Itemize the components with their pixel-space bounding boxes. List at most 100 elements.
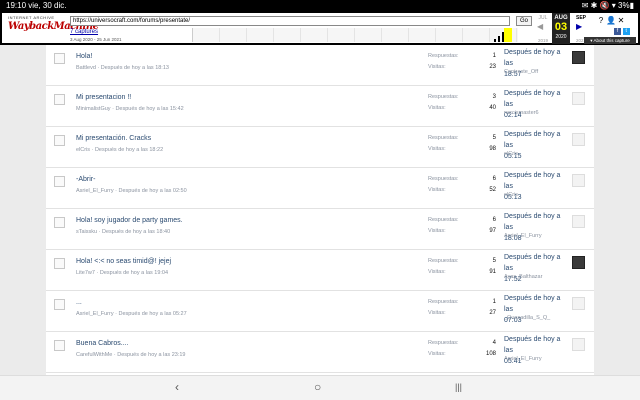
close-icon[interactable]: ✕ <box>616 16 626 25</box>
last-post-user-link[interactable]: narcismaster6 <box>504 110 539 116</box>
nav-recents-button[interactable]: ||| <box>455 382 462 392</box>
replies-count: 1 <box>492 299 496 305</box>
avatar[interactable] <box>572 133 585 146</box>
thread-author-link[interactable]: MinimalistGuy <box>76 106 111 112</box>
thread-start-time: Después de hoy a las 15:42 <box>115 106 184 112</box>
views-count: 23 <box>489 64 496 70</box>
nav-home-button[interactable]: ○ <box>314 380 321 394</box>
thread-meta: CarefulWithMe · Después de hoy a las 23:… <box>76 352 185 358</box>
thread-title-link[interactable]: Hola! <:< no seas timid@! jejej <box>76 258 171 265</box>
thread-author-link[interactable]: Asriel_El_Furry <box>76 311 114 317</box>
avatar[interactable] <box>572 256 585 269</box>
avatar[interactable] <box>572 51 585 64</box>
thread-start-time: Después de hoy a las 18:13 <box>100 65 169 71</box>
avatar[interactable] <box>572 92 585 105</box>
thread-title-link[interactable]: Hola! soy jugador de party games. <box>76 217 183 224</box>
wayback-url-input[interactable]: https://universocraft.com/forums/present… <box>70 16 510 26</box>
calendar-next-month[interactable]: SEP <box>572 15 590 21</box>
last-post-time-link[interactable]: Después de hoy a las 18:57 <box>504 47 568 80</box>
thread-title-link[interactable]: Buena Cabros.... <box>76 340 129 347</box>
wayback-captures-link[interactable]: 7 captures <box>70 29 98 35</box>
views-label: Visitas: <box>428 310 446 316</box>
thread-title-link[interactable]: Mi presentación. Cracks <box>76 135 151 142</box>
thread-row[interactable]: -Abrir- Asriel_El_Furry · Después de hoy … <box>46 168 594 209</box>
thread-author-link[interactable]: Asriel_El_Furry <box>76 188 114 194</box>
thread-row[interactable]: Mi presentación. Cracks elCris · Después … <box>46 127 594 168</box>
last-post-time-link[interactable]: Después de hoy a las 17:52 <box>504 252 568 285</box>
thread-row[interactable]: Buena Cabros.... CarefulWithMe · Después … <box>46 332 594 373</box>
sparkline-bar <box>494 39 496 42</box>
replies-count: 1 <box>492 53 496 59</box>
thread-title-link[interactable]: -Abrir- <box>76 176 95 183</box>
last-post-line1: Después de hoy a las <box>504 295 561 313</box>
avatar[interactable] <box>572 215 585 228</box>
thread-start-time: Después de hoy a las 18:22 <box>94 147 164 153</box>
thread-author-link[interactable]: sTaissku <box>76 229 97 235</box>
wayback-about-capture[interactable]: ▾ About this capture <box>584 37 636 44</box>
wayback-toolbar: INTERNET ARCHIVE WaybackMachine https://… <box>0 12 640 45</box>
calendar-current: AUG 03 2020 <box>552 13 570 44</box>
thread-status-icon <box>54 94 65 105</box>
replies-count: 4 <box>492 340 496 346</box>
help-icon[interactable]: ? <box>596 16 606 25</box>
avatar[interactable] <box>572 174 585 187</box>
user-icon[interactable]: 👤 <box>606 16 616 25</box>
thread-row[interactable]: Hola! <:< no seas timid@! jejej Lite7w7 ·… <box>46 250 594 291</box>
thread-row[interactable]: Mi presentacion !! MinimalistGuy · Despué… <box>46 86 594 127</box>
thread-row[interactable]: Hola! Battlevd · Después de hoy a las 18:… <box>46 45 594 86</box>
last-post-user-link[interactable]: Contraste_Off <box>504 69 538 75</box>
thread-status-icon <box>54 340 65 351</box>
thread-title-link[interactable]: Mi presentacion !! <box>76 94 131 101</box>
last-post-user-link[interactable]: Asriel_El_Furry <box>504 356 542 362</box>
replies-label: Respuestas: <box>428 258 459 264</box>
views-label: Visitas: <box>428 187 446 193</box>
nav-back-button[interactable]: ‹ <box>175 380 179 394</box>
calendar-prev-month[interactable]: JUL <box>534 15 552 21</box>
last-post-line1: Después de hoy a las <box>504 172 561 190</box>
wayback-sparkline[interactable] <box>192 28 518 42</box>
thread-meta: Asriel_El_Furry · Después de hoy a las 0… <box>76 311 187 317</box>
wayback-go-button[interactable]: Go <box>516 16 532 26</box>
android-status-bar: 19:10 vie, 30 dic. ✉ ✱ 🔇 ▾ 3%▮ <box>0 0 640 12</box>
facebook-icon[interactable]: f <box>614 28 621 35</box>
calendar-prev-year[interactable]: 2019 <box>534 38 552 43</box>
wayback-logo[interactable]: INTERNET ARCHIVE WaybackMachine <box>8 15 99 41</box>
last-post-time-link[interactable]: Después de hoy a las 18:08 <box>504 211 568 244</box>
last-post-line1: Después de hoy a las <box>504 90 561 108</box>
twitter-icon[interactable]: t <box>622 28 630 35</box>
thread-title-link[interactable]: ... <box>76 299 82 306</box>
last-post-time-link[interactable]: Después de hoy a las 02:14 <box>504 88 568 121</box>
replies-count: 6 <box>492 217 496 223</box>
thread-row[interactable]: ... Asriel_El_Furry · Después de hoy a la… <box>46 291 594 332</box>
last-post-time-link[interactable]: Después de hoy a las 07:03 <box>504 293 568 326</box>
thread-list: Hola! Battlevd · Después de hoy a las 18:… <box>46 45 594 375</box>
thread-meta: sTaissku · Después de hoy a las 18:40 <box>76 229 170 235</box>
calendar-next-arrow-icon[interactable]: ▶ <box>576 22 582 31</box>
thread-row[interactable]: Hola! soy jugador de party games. sTaissk… <box>46 209 594 250</box>
wayback-social: f t <box>614 28 630 35</box>
thread-author-link[interactable]: CarefulWithMe <box>76 352 112 358</box>
last-post-user-link[interactable]: Ayas_Balthazar <box>504 274 542 280</box>
thread-author-link[interactable]: Lite7w7 <box>76 270 95 276</box>
last-post-user-link[interactable]: elCris <box>504 192 518 198</box>
last-post-user-link[interactable]: elCris <box>504 151 518 157</box>
last-post-user-link[interactable]: _Quesadilla_S_Q_ <box>504 315 550 321</box>
last-post-time-link[interactable]: Después de hoy a las 05:13 <box>504 170 568 203</box>
thread-title-link[interactable]: Hola! <box>76 53 92 60</box>
thread-meta: elCris · Después de hoy a las 18:22 <box>76 147 163 153</box>
avatar[interactable] <box>572 297 585 310</box>
avatar[interactable] <box>572 338 585 351</box>
last-post-time-link[interactable]: Después de hoy a las 05:15 <box>504 129 568 162</box>
thread-status-icon <box>54 176 65 187</box>
thread-author-link[interactable]: Battlevd <box>76 65 96 71</box>
last-post-time-link[interactable]: Después de hoy a las 05:41 <box>504 334 568 367</box>
calendar-prev-arrow-icon[interactable]: ◀ <box>537 22 543 31</box>
android-nav-bar: ‹ ○ ||| <box>0 375 640 400</box>
thread-author-link[interactable]: elCris <box>76 147 90 153</box>
replies-label: Respuestas: <box>428 53 459 59</box>
last-post-user-link[interactable]: Asriel_El_Furry <box>504 233 542 239</box>
replies-label: Respuestas: <box>428 135 459 141</box>
thread-start-time: Después de hoy a las 05:27 <box>118 311 187 317</box>
thread-meta: MinimalistGuy · Después de hoy a las 15:… <box>76 106 184 112</box>
views-count: 52 <box>489 187 496 193</box>
